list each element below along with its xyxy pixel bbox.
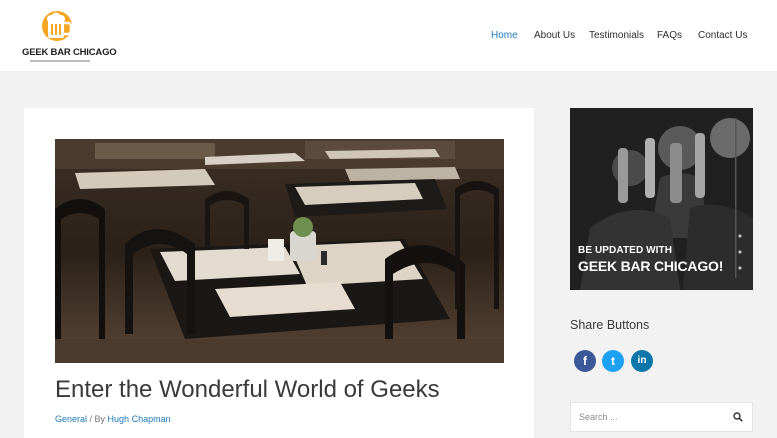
restaurant-interior-image [55,139,504,363]
twitter-icon: t [611,354,615,368]
post-title[interactable]: Enter the Wonderful World of Geeks [55,376,440,404]
share-buttons-heading: Share Buttons [570,318,650,332]
post-card: Enter the Wonderful World of Geeks Gener… [24,108,534,438]
nav-about-us[interactable]: About Us [534,30,575,41]
site-header: GEEK BAR CHICAGO Home About Us Testimoni… [0,0,777,71]
facebook-share-button[interactable]: f [574,350,596,372]
search-icon[interactable] [733,412,743,422]
nav-testimonials[interactable]: Testimonials [589,30,644,41]
linkedin-icon: in [637,355,647,366]
nav-faqs[interactable]: FAQs [657,30,682,41]
logo-name: GEEK BAR CHICAGO [22,47,117,58]
logo-tagline [30,60,90,62]
site-logo[interactable]: GEEK BAR CHICAGO [22,8,117,66]
beer-mug-logo-icon [42,11,73,41]
post-featured-image[interactable] [55,139,504,363]
sidebar-promo-banner[interactable]: BE UPDATED WITH GEEK BAR CHICAGO! [570,108,753,290]
promo-line-2: GEEK BAR CHICAGO! [578,258,724,274]
sidebar-search [570,402,753,432]
twitter-share-button[interactable]: t [602,350,624,372]
nav-home[interactable]: Home [491,30,518,41]
facebook-icon: f [583,354,587,368]
promo-line-1: BE UPDATED WITH [578,245,673,256]
linkedin-share-button[interactable]: in [631,350,653,372]
nav-contact-us[interactable]: Contact Us [698,30,747,41]
